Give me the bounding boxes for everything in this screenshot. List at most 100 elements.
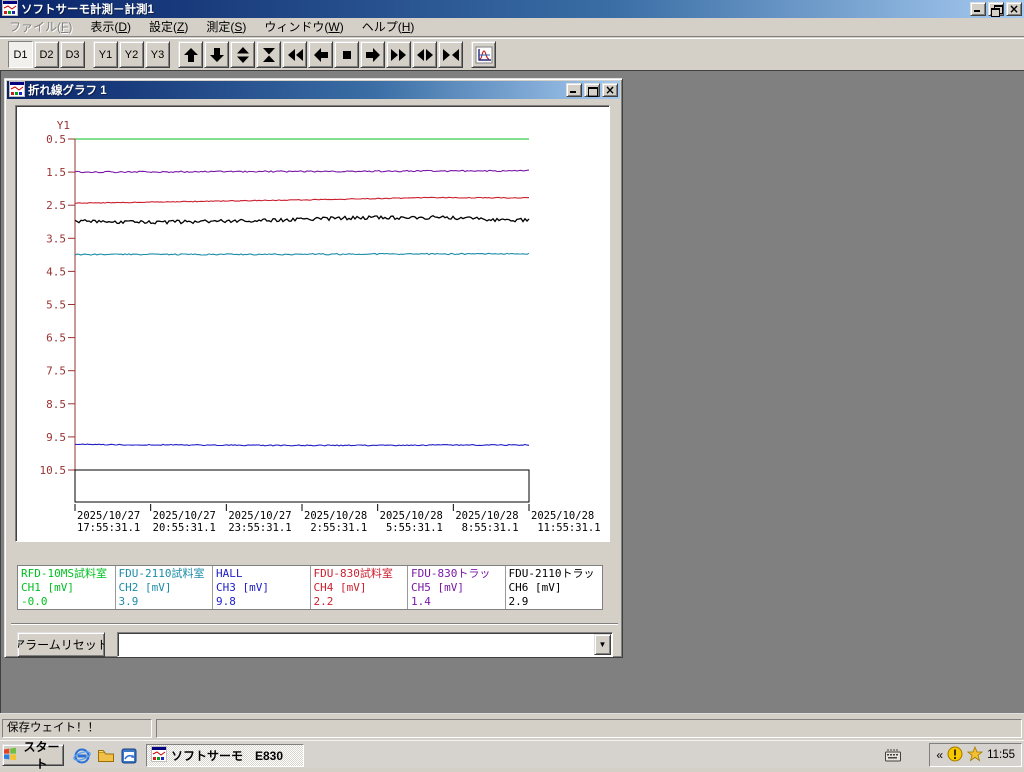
- menu-item[interactable]: 表示(D): [81, 18, 140, 37]
- task-button-label: ソフトサーモ E830: [171, 749, 284, 763]
- security-shield-icon[interactable]: [947, 746, 963, 765]
- combo-dropdown-button[interactable]: ▼: [594, 634, 611, 655]
- mdi-area: 折れ線グラフ 1 × Y1 0.5 1.5 2.5 3.5 4.5 5.5 6.5 7.5 8.5…: [0, 70, 1024, 713]
- launch-window-icon[interactable]: [119, 746, 139, 766]
- channel-id: CH4 [mV]: [313, 581, 367, 594]
- y-tick-label: 5.5: [46, 299, 66, 312]
- y-tick-label: 9.5: [46, 431, 66, 444]
- channel-legend: RFD-10MS試料室 CH1 [mV] -0.0 FDU-2110試料室 CH2 [m…: [17, 565, 603, 610]
- toolbar-rewind-button[interactable]: [282, 41, 307, 68]
- alarm-row: アラームリセット ▼: [17, 631, 617, 659]
- internet-explorer-icon[interactable]: [72, 746, 92, 766]
- x-tick-date: 2025/10/27: [228, 510, 291, 522]
- main-titlebar: ソフトサーモ計測－計測1 ×: [0, 0, 1024, 18]
- x-tick-time: 17:55:31.1: [77, 522, 140, 534]
- graph-minimize-button[interactable]: [566, 83, 582, 97]
- x-tick-date: 2025/10/28: [380, 510, 443, 522]
- series-line-ch2: [74, 252, 530, 256]
- alarm-combobox[interactable]: ▼: [117, 632, 613, 657]
- toolbar-stop-button[interactable]: [334, 41, 359, 68]
- taskbar-clock: 11:55: [987, 749, 1015, 761]
- task-app-icon: [151, 746, 167, 765]
- start-button[interactable]: スタート: [2, 740, 64, 771]
- y-tick-label: 4.5: [46, 265, 66, 278]
- x-tick-time: 23:55:31.1: [228, 522, 291, 534]
- legend-cell-ch3: HALL CH3 [mV] 9.8: [213, 566, 311, 609]
- menu-item[interactable]: ヘルプ(H): [353, 18, 424, 37]
- toolbar-compress-horizontal-button[interactable]: [438, 41, 463, 68]
- graph-window-icon: [9, 80, 25, 100]
- system-tray: « 11:55: [929, 743, 1022, 767]
- graph-window: 折れ線グラフ 1 × Y1 0.5 1.5 2.5 3.5 4.5 5.5 6.5 7.5 8.5…: [4, 78, 623, 658]
- channel-name: FDU-2110試料室: [118, 567, 205, 580]
- status-panel-secondary: [156, 719, 1022, 738]
- toolbar-fast-forward-button[interactable]: [386, 41, 411, 68]
- windows-logo-icon: [3, 747, 17, 764]
- x-tick-date: 2025/10/28: [304, 510, 367, 522]
- window-title: ソフトサーモ計測－計測1: [21, 4, 154, 16]
- menu-item[interactable]: 設定(Z): [140, 18, 197, 37]
- combo-value: [120, 635, 592, 654]
- channel-name: FDU-830試料室: [313, 567, 393, 580]
- toolbar-d3-button[interactable]: D3: [60, 41, 85, 68]
- toolbar-graph-settings-button[interactable]: [471, 41, 496, 68]
- toolbar-y1-button[interactable]: Y1: [93, 41, 118, 68]
- channel-name: FDU-2110トラッ: [508, 567, 595, 580]
- toolbar-compress-vertical-button[interactable]: [256, 41, 281, 68]
- toolbar-expand-horizontal-button[interactable]: [412, 41, 437, 68]
- toolbar: D1 D2 D3 Y1 Y2 Y3: [0, 38, 1024, 70]
- series-line-ch3: [74, 443, 530, 447]
- menu-item[interactable]: 測定(S): [197, 18, 255, 37]
- y-tick-label: 8.5: [46, 398, 66, 411]
- bottom-box: [74, 469, 530, 503]
- x-tick-date: 2025/10/28: [455, 510, 518, 522]
- legend-cell-ch4: FDU-830試料室 CH4 [mV] 2.2: [310, 566, 408, 609]
- y-tick-label: 2.5: [46, 199, 66, 212]
- y-axis-name: Y1: [57, 119, 70, 132]
- taskbar: スタート ソフトサーモ E830 « 11:55: [0, 740, 1024, 771]
- keyboard-icon[interactable]: [884, 747, 902, 766]
- toolbar-scroll-up-button[interactable]: [178, 41, 203, 68]
- toolbar-scroll-right-button[interactable]: [360, 41, 385, 68]
- legend-cell-ch6: FDU-2110トラッ CH6 [mV] 2.9: [505, 566, 602, 609]
- menu-item[interactable]: ウィンドウ(W): [255, 18, 352, 37]
- folder-icon[interactable]: [96, 746, 116, 766]
- graph-settings-icon: [475, 46, 492, 63]
- channel-id: CH5 [mV]: [411, 581, 464, 594]
- graph-close-button[interactable]: ×: [602, 83, 618, 97]
- alarm-reset-button[interactable]: アラームリセット: [17, 632, 105, 657]
- y-tick-label: 0.5: [46, 133, 66, 146]
- toolbar-expand-vertical-button[interactable]: [230, 41, 255, 68]
- graph-window-titlebar: 折れ線グラフ 1 ×: [7, 80, 620, 100]
- channel-name: HALL: [216, 567, 243, 580]
- restore-button[interactable]: [988, 2, 1004, 17]
- channel-value: 2.2: [313, 595, 334, 608]
- graph-maximize-button[interactable]: [584, 83, 600, 97]
- start-button-label: スタート: [23, 740, 60, 771]
- toolbar-y3-button[interactable]: Y3: [145, 41, 170, 68]
- close-button[interactable]: ×: [1006, 2, 1022, 16]
- channel-value: 1.4: [411, 595, 431, 608]
- channel-name: RFD-10MS試料室: [21, 567, 107, 580]
- status-bar: 保存ウェイト！！: [0, 713, 1024, 740]
- taskbar-app-button[interactable]: ソフトサーモ E830: [146, 744, 304, 767]
- chevron-down-icon: ▼: [598, 640, 607, 649]
- star-icon[interactable]: [966, 745, 984, 765]
- minimize-button[interactable]: [970, 2, 986, 16]
- chart-panel: Y1 0.5 1.5 2.5 3.5 4.5 5.5 6.5 7.5 8.5 9.5 10.5 2025…: [15, 105, 610, 542]
- toolbar-d2-button[interactable]: D2: [34, 41, 59, 68]
- channel-value: 9.8: [216, 595, 236, 608]
- toolbar-d1-button[interactable]: D1: [8, 41, 33, 68]
- toolbar-y2-button[interactable]: Y2: [119, 41, 144, 68]
- compress-horizontal-icon: [442, 48, 459, 61]
- toolbar-scroll-left-button[interactable]: [308, 41, 333, 68]
- x-tick-time: 5:55:31.1: [380, 522, 443, 534]
- x-tick-time: 2:55:31.1: [304, 522, 367, 534]
- chevron-left-icon[interactable]: «: [936, 745, 943, 765]
- stop-icon: [342, 50, 351, 59]
- series-line-ch6: [74, 214, 530, 225]
- menu-item[interactable]: ファイル(F): [0, 18, 81, 37]
- toolbar-scroll-down-button[interactable]: [204, 41, 229, 68]
- x-tick-time: 8:55:31.1: [455, 522, 518, 534]
- channel-id: CH6 [mV]: [508, 581, 562, 594]
